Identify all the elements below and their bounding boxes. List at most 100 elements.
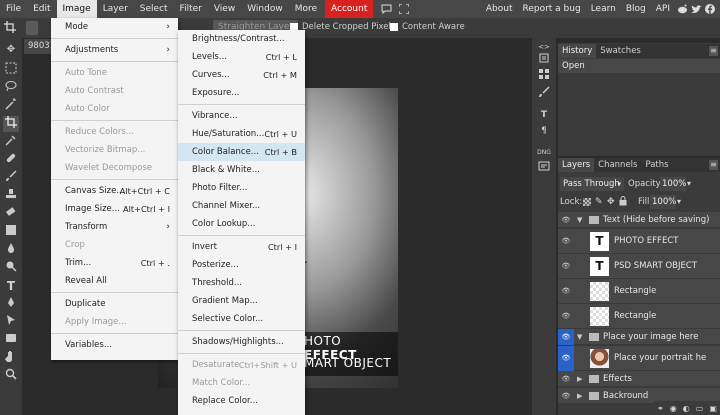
character-panel-icon[interactable]: T	[536, 108, 552, 122]
menu-layer[interactable]: Layer	[97, 0, 134, 18]
adjust-menu-item[interactable]: Levels... Ctrl + L	[178, 48, 305, 66]
tab-layers[interactable]: Layers	[558, 158, 595, 172]
visibility-eye-icon[interactable]: 👁	[558, 371, 574, 387]
layer-row[interactable]: 👁 Place your portrait he	[558, 346, 720, 371]
adjust-menu-item[interactable]: Brightness/Contrast...	[178, 30, 305, 48]
magic-wand-tool-icon[interactable]	[3, 98, 19, 114]
eraser-tool-icon[interactable]	[3, 206, 19, 222]
brush-panel-icon[interactable]	[536, 86, 552, 100]
image-menu-item[interactable]: Adjustments ›	[51, 41, 178, 59]
ratio-dropdown[interactable]	[26, 21, 38, 35]
reddit-icon[interactable]	[675, 0, 689, 18]
lasso-tool-icon[interactable]	[3, 80, 19, 96]
delete-cropped-pixels-checkbox[interactable]: Delete Cropped Pixels	[290, 22, 395, 32]
image-menu-item[interactable]: Reduce Colors...	[51, 123, 178, 141]
menu-select[interactable]: Select	[134, 0, 174, 18]
adjust-menu-item[interactable]: Replace Color...	[178, 392, 305, 410]
pen-tool-icon[interactable]	[3, 296, 19, 312]
menu-more[interactable]: More	[289, 0, 323, 18]
adjust-menu-item[interactable]: Vibrance...	[178, 107, 305, 125]
move-tool-icon[interactable]: ✥	[3, 42, 19, 58]
adjust-menu-item[interactable]: Match Color...	[178, 374, 305, 392]
adjust-menu-item[interactable]: Color Lookup...	[178, 215, 305, 233]
visibility-eye-icon[interactable]: 👁	[558, 254, 574, 279]
lock-pixels-icon[interactable]: ✎	[595, 196, 603, 208]
link-blog[interactable]: Blog	[621, 0, 651, 18]
marquee-tool-icon[interactable]	[3, 62, 19, 78]
chat-icon[interactable]	[379, 0, 393, 18]
visibility-eye-icon[interactable]: 👁	[558, 346, 574, 371]
opacity-dropdown-icon[interactable]: ▾	[687, 177, 691, 191]
caret-right-icon[interactable]: ▶	[577, 371, 582, 387]
opacity-input[interactable]: 100%	[660, 177, 686, 191]
tab-channels[interactable]: Channels	[594, 158, 641, 172]
link-report-bug[interactable]: Report a bug	[517, 0, 585, 18]
content-aware-checkbox[interactable]: Content Aware	[390, 22, 465, 32]
paragraph-panel-icon[interactable]: ¶	[536, 124, 552, 138]
tab-swatches[interactable]: Swatches	[596, 44, 645, 58]
adjust-menu-item[interactable]: Curves... Ctrl + M	[178, 66, 305, 84]
blur-tool-icon[interactable]	[3, 242, 19, 258]
adjust-menu-item[interactable]: Posterize...	[178, 256, 305, 274]
checkbox-box[interactable]	[390, 23, 398, 31]
visibility-eye-icon[interactable]: 👁	[558, 279, 574, 304]
link-api[interactable]: API	[651, 0, 675, 18]
dodge-tool-icon[interactable]	[3, 260, 19, 276]
visibility-eye-icon[interactable]: 👁	[558, 304, 574, 329]
fill-tool-icon[interactable]	[3, 224, 19, 240]
adjustment-layer-icon[interactable]: ◐	[683, 404, 690, 413]
layer-style-icon[interactable]: ◉	[670, 404, 677, 413]
menu-view[interactable]: View	[208, 0, 241, 18]
image-menu-item[interactable]: Transform ›	[51, 218, 178, 236]
healing-tool-icon[interactable]	[3, 152, 19, 168]
history-panel-icon[interactable]	[536, 52, 552, 66]
new-layer-icon[interactable]: ▣	[709, 404, 717, 413]
image-menu-item[interactable]: Auto Contrast	[51, 82, 178, 100]
image-menu-item[interactable]: Mode ›	[51, 18, 178, 36]
swatches-panel-icon[interactable]	[536, 68, 552, 82]
caret-down-icon[interactable]: ▼	[577, 212, 582, 228]
adjust-menu-item[interactable]: Selective Color...	[178, 310, 305, 328]
account-button[interactable]: Account	[325, 0, 374, 18]
image-menu-item[interactable]: Variables...	[51, 336, 178, 354]
menu-window[interactable]: Window	[241, 0, 289, 18]
hand-tool-icon[interactable]	[3, 350, 19, 366]
layer-group-row[interactable]: 👁 ▶ Effects	[558, 371, 720, 387]
link-layers-icon[interactable]: ⚭	[657, 404, 664, 413]
tab-paths[interactable]: Paths	[641, 158, 672, 172]
facebook-icon[interactable]	[703, 0, 717, 18]
layer-row[interactable]: 👁 Rectangle	[558, 279, 720, 304]
twitter-icon[interactable]	[689, 0, 703, 18]
menu-edit[interactable]: Edit	[27, 0, 56, 18]
history-entry[interactable]: Open	[558, 59, 720, 73]
layers-panel-menu-icon[interactable]: ≡	[709, 160, 718, 170]
blend-mode-select[interactable]: Pass Through ▾	[560, 177, 624, 191]
adjust-menu-item[interactable]: Exposure...	[178, 84, 305, 102]
image-menu-item[interactable]: Trim... Ctrl + .	[51, 254, 178, 272]
adjust-menu-item[interactable]: Shadows/Highlights...	[178, 333, 305, 351]
image-menu-item[interactable]: Auto Tone	[51, 64, 178, 82]
visibility-eye-icon[interactable]: 👁	[558, 229, 574, 254]
layer-row[interactable]: 👁 T PHOTO EFFECT	[558, 229, 720, 254]
link-learn[interactable]: Learn	[586, 0, 621, 18]
type-tool-icon[interactable]: T	[3, 278, 19, 294]
lock-all-icon[interactable]	[619, 196, 627, 210]
image-menu-item[interactable]: Image Size... Alt+Ctrl + I	[51, 200, 178, 218]
adjust-menu-item[interactable]: Invert Ctrl + I	[178, 238, 305, 256]
crop-tool-preset-icon[interactable]	[4, 21, 18, 35]
link-about[interactable]: About	[481, 0, 518, 18]
fill-dropdown-icon[interactable]: ▾	[677, 195, 681, 209]
menu-filter[interactable]: Filter	[174, 0, 208, 18]
new-group-icon[interactable]: ▭	[696, 404, 704, 413]
image-menu-item[interactable]: Reveal All	[51, 272, 178, 290]
lock-position-icon[interactable]: ✥	[607, 196, 615, 208]
zoom-tool-icon[interactable]	[3, 368, 19, 384]
menu-image[interactable]: Image	[56, 0, 97, 18]
image-menu-item[interactable]: Canvas Size... Alt+Ctrl + C	[51, 182, 178, 200]
image-menu-item[interactable]: Auto Color	[51, 100, 178, 118]
brush-tool-icon[interactable]	[3, 170, 19, 186]
visibility-eye-icon[interactable]: 👁	[558, 388, 574, 404]
adjust-menu-item[interactable]: Gradient Map...	[178, 292, 305, 310]
eyedropper-tool-icon[interactable]	[3, 134, 19, 150]
image-menu-item[interactable]: Apply Image...	[51, 313, 178, 331]
